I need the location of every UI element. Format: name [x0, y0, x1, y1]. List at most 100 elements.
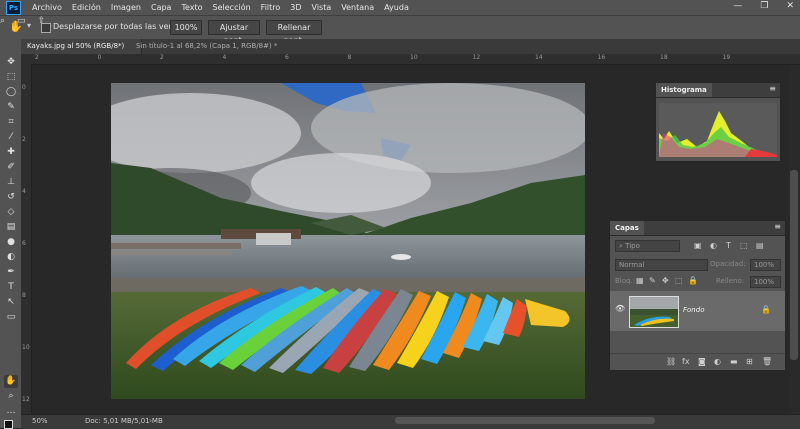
- marquee-tool-icon[interactable]: ⬚: [4, 71, 18, 84]
- filter-adjust-icon[interactable]: ◐: [710, 241, 717, 250]
- gradient-tool-icon[interactable]: ▤: [4, 221, 18, 234]
- opacity-field[interactable]: 100%: [750, 259, 781, 271]
- filter-shape-icon[interactable]: ⬚: [740, 241, 748, 250]
- lock-position-icon[interactable]: ✥: [662, 276, 669, 285]
- layer-thumbnail: [629, 296, 679, 328]
- ruler-h-label: 19: [722, 54, 731, 61]
- lasso-tool-icon[interactable]: ◯: [4, 86, 18, 99]
- filter-type-icon[interactable]: T: [726, 241, 731, 250]
- minimize-icon[interactable]: —: [733, 1, 742, 11]
- options-bar: ✋ ▾ Desplazarse por todas las ventanas 1…: [0, 15, 800, 45]
- layer-name[interactable]: Fondo: [683, 306, 704, 314]
- path-select-tool-icon[interactable]: ↖: [4, 296, 18, 309]
- menu-ventana[interactable]: Ventana: [336, 3, 379, 12]
- type-tool-icon[interactable]: T: [4, 281, 18, 294]
- ruler-v-label: 2: [22, 136, 26, 143]
- layers-footer: ⛓ fx ◙ ◐ ▬ ⊞ 🗑: [610, 353, 785, 370]
- group-icon[interactable]: ▬: [730, 357, 738, 366]
- ruler-h-label: 0: [97, 54, 102, 61]
- scroll-all-checkbox[interactable]: [41, 23, 51, 33]
- blend-mode-select[interactable]: Normal: [615, 259, 708, 271]
- panel-menu-icon[interactable]: ≡: [774, 222, 781, 231]
- eye-icon[interactable]: 👁: [615, 304, 625, 313]
- ruler-h-label: 6: [285, 54, 289, 61]
- brush-tool-icon[interactable]: ✐: [4, 161, 18, 174]
- quick-select-tool-icon[interactable]: ✎: [4, 101, 18, 114]
- fit-screen-button[interactable]: Ajustar pant.: [208, 20, 260, 45]
- photoshop-logo: Ps: [6, 0, 21, 15]
- fx-icon[interactable]: fx: [682, 357, 690, 366]
- chevron-right-icon[interactable]: ›: [149, 416, 152, 425]
- ruler-v-label: 8: [22, 292, 26, 299]
- more-tools-icon[interactable]: …: [4, 405, 18, 418]
- zoom-100-button[interactable]: 100%: [170, 20, 202, 35]
- eraser-tool-icon[interactable]: ◇: [4, 206, 18, 219]
- history-brush-icon[interactable]: ↺: [4, 191, 18, 204]
- tab-untitled[interactable]: Sin título-1 al 68,2% (Capa 1, RGB/8#) *…: [130, 39, 292, 65]
- shape-tool-icon[interactable]: ▭: [4, 311, 18, 324]
- new-layer-icon[interactable]: ⊞: [746, 357, 753, 366]
- horizontal-scroll-thumb[interactable]: [395, 417, 655, 424]
- filter-pixel-icon[interactable]: ▣: [694, 241, 702, 250]
- ruler-h-label: 2: [160, 54, 164, 61]
- move-tool-icon[interactable]: ✥: [4, 56, 18, 69]
- fill-field[interactable]: 100%: [750, 276, 781, 288]
- histogram-graph: [659, 103, 777, 157]
- ruler-h-label: 10: [410, 54, 418, 61]
- menu-filtro[interactable]: Filtro: [256, 3, 286, 12]
- menu-vista[interactable]: Vista: [307, 3, 337, 12]
- menu-texto[interactable]: Texto: [176, 3, 207, 12]
- panel-menu-icon[interactable]: ≡: [769, 84, 776, 93]
- hand-tool-icon[interactable]: ✋: [4, 375, 18, 388]
- tab-capas[interactable]: Capas: [610, 221, 644, 235]
- tab-histograma[interactable]: Histograma: [656, 83, 712, 97]
- lock-transparency-icon[interactable]: ▦: [636, 276, 644, 285]
- tools-panel: ✥ ⬚ ◯ ✎ ⌗ ⁄ ✚ ✐ ⊥ ↺ ◇ ▤ ● ◐ ✒ T ↖ ▭ ✋ ⌕ …: [0, 39, 22, 429]
- ruler-v-label: 4: [22, 188, 26, 195]
- lock-artboard-icon[interactable]: ⬚: [675, 276, 683, 285]
- layer-filter-select[interactable]: ⌕ Tipo: [615, 240, 680, 252]
- chevron-down-icon[interactable]: ▾: [27, 21, 31, 30]
- histogram-panel: Histograma ≡ ▲: [655, 82, 781, 162]
- search-icon[interactable]: ⌕: [0, 16, 5, 26]
- vertical-ruler: 0 2 4 6 8 10 12: [21, 64, 32, 414]
- trash-icon[interactable]: 🗑: [762, 357, 772, 366]
- ruler-h-label: 14: [535, 54, 543, 61]
- maximize-icon[interactable]: ❐: [760, 1, 768, 11]
- vertical-scroll-thumb[interactable]: [790, 170, 798, 360]
- stamp-tool-icon[interactable]: ⊥: [4, 176, 18, 189]
- crop-tool-icon[interactable]: ⌗: [4, 116, 18, 129]
- fill-screen-button[interactable]: Rellenar pant.: [266, 20, 322, 45]
- kayaks-photo[interactable]: [111, 83, 585, 399]
- tab-kayaks[interactable]: Kayaks.jpg al 50% (RGB/8*) ×: [21, 39, 142, 65]
- zoom-level[interactable]: 50%: [32, 417, 48, 425]
- search-icon: ⌕: [619, 242, 623, 250]
- lock-image-icon[interactable]: ✎: [649, 276, 656, 285]
- menu-3d[interactable]: 3D: [285, 3, 306, 12]
- menu-seleccion[interactable]: Selección: [208, 3, 256, 12]
- tab-label: Sin título-1 al 68,2% (Capa 1, RGB/8#) *: [136, 42, 278, 50]
- dodge-tool-icon[interactable]: ◐: [4, 251, 18, 264]
- layer-row-fondo[interactable]: 👁 Fondo 🔒: [610, 291, 785, 331]
- hand-icon[interactable]: ✋: [9, 20, 23, 33]
- menu-archivo[interactable]: Archivo: [27, 3, 67, 12]
- close-icon[interactable]: ✕: [786, 1, 794, 11]
- link-layers-icon[interactable]: ⛓: [666, 357, 676, 366]
- menu-edicion[interactable]: Edición: [67, 3, 106, 12]
- ruler-h-label: 12: [472, 54, 481, 61]
- healing-tool-icon[interactable]: ✚: [4, 146, 18, 159]
- eyedropper-tool-icon[interactable]: ⁄: [4, 131, 18, 144]
- menu-imagen[interactable]: Imagen: [106, 3, 146, 12]
- adjustment-layer-icon[interactable]: ◐: [714, 357, 721, 366]
- kayaks-image: [111, 83, 585, 399]
- document-tabs: Kayaks.jpg al 50% (RGB/8*) × Sin título-…: [21, 39, 800, 65]
- menu-ayuda[interactable]: Ayuda: [379, 3, 414, 12]
- layer-thumbnail-image: [630, 297, 678, 327]
- blur-tool-icon[interactable]: ●: [4, 236, 18, 249]
- pen-tool-icon[interactable]: ✒: [4, 266, 18, 279]
- filter-smart-icon[interactable]: ▤: [756, 241, 764, 250]
- lock-all-icon[interactable]: 🔒: [688, 276, 698, 285]
- zoom-tool-icon[interactable]: ⌕: [4, 390, 18, 403]
- menu-capa[interactable]: Capa: [146, 3, 176, 12]
- add-mask-icon[interactable]: ◙: [698, 357, 706, 366]
